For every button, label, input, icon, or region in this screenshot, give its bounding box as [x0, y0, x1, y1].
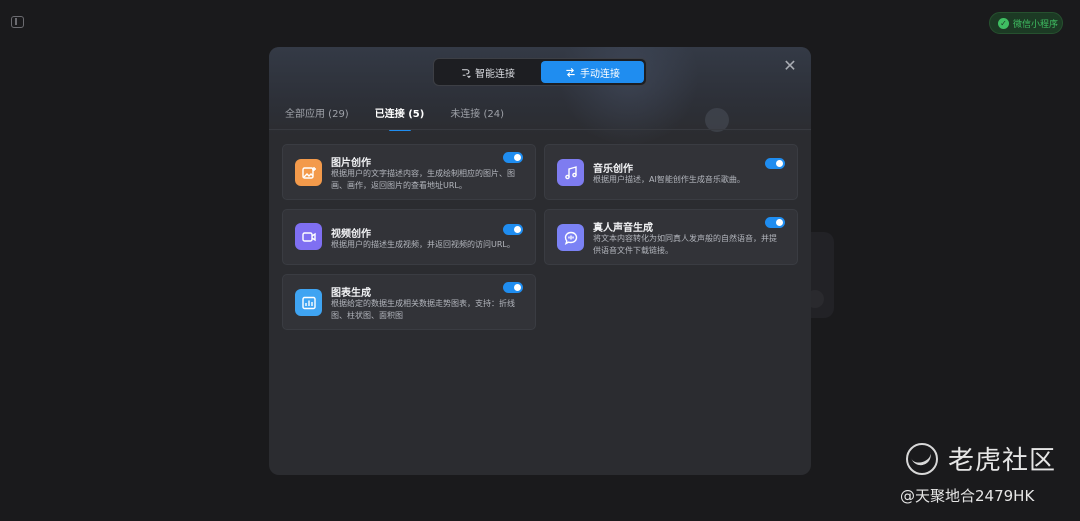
app-card-image-creation[interactable]: 图片创作 根据用户的文字描述内容，生成绘制相应的图片、图画、画作，返回图片的查看… — [282, 144, 536, 200]
watermark: 老虎社区 — [906, 440, 1056, 477]
app-description: 根据用户的描述生成视频，并返回视频的访问URL。 — [331, 240, 515, 249]
app-description: 根据用户描述，AI智能创作生成音乐歌曲。 — [593, 175, 745, 184]
enable-toggle[interactable] — [503, 282, 523, 293]
app-title: 图片创作 — [331, 158, 371, 169]
app-card-video-creation[interactable]: 视频创作 根据用户的描述生成视频，并返回视频的访问URL。 — [282, 209, 536, 265]
enable-toggle[interactable] — [765, 158, 785, 169]
enable-toggle[interactable] — [765, 217, 785, 228]
tab-all-apps[interactable]: 全部应用 (29) — [285, 105, 349, 131]
enable-toggle[interactable] — [503, 152, 523, 163]
check-circle-icon: ✓ — [998, 17, 1009, 29]
app-description: 根据用户的文字描述内容，生成绘制相应的图片、图画、画作，返回图片的查看地址URL… — [331, 169, 515, 190]
app-card-music-creation[interactable]: 音乐创作 根据用户描述，AI智能创作生成音乐歌曲。 — [544, 144, 798, 200]
enable-toggle[interactable] — [503, 224, 523, 235]
tabs-divider — [269, 129, 811, 130]
smart-connect-button[interactable]: 智能连接 — [436, 61, 539, 83]
manual-link-icon — [566, 67, 575, 77]
manual-connect-label: 手动连接 — [580, 68, 620, 80]
app-title: 真人声音生成 — [593, 223, 653, 234]
tiger-community-logo-icon — [906, 442, 938, 475]
app-card-voice-generation[interactable]: 真人声音生成 将文本内容转化为如同真人发声般的自然语音，并提供语音文件下载链接。 — [544, 209, 798, 265]
app-title: 视频创作 — [331, 229, 371, 240]
image-icon — [295, 159, 322, 186]
connection-mode-switch: 智能连接 手动连接 — [433, 58, 647, 86]
app-description: 根据给定的数据生成相关数据走势图表，支持：折线图、柱状图、面积图 — [331, 299, 515, 320]
close-icon[interactable]: ✕ — [781, 57, 799, 75]
voice-chat-icon — [557, 224, 584, 251]
smart-connect-label: 智能连接 — [475, 68, 515, 80]
music-icon — [557, 159, 584, 186]
app-title: 图表生成 — [331, 288, 371, 299]
app-description: 将文本内容转化为如同真人发声般的自然语音，并提供语音文件下载链接。 — [593, 234, 777, 255]
watermark-brand: 老虎社区 — [948, 446, 1057, 476]
chart-icon — [295, 289, 322, 316]
app-title: 音乐创作 — [593, 164, 633, 175]
app-card-chart-generation[interactable]: 图表生成 根据给定的数据生成相关数据走势图表，支持：折线图、柱状图、面积图 — [282, 274, 536, 330]
manual-connect-button[interactable]: 手动连接 — [541, 61, 644, 83]
tab-not-connected[interactable]: 未连接 (24) — [450, 105, 504, 131]
sidebar-toggle-icon[interactable] — [11, 16, 24, 28]
tab-connected[interactable]: 已连接 (5) — [375, 105, 425, 131]
video-icon — [295, 223, 322, 250]
watermark-handle: @天聚地合2479HK — [900, 487, 1035, 505]
app-connection-modal: ✕ 智能连接 手动连接 全部应用 (29) 已连接 (5) 未连接 (24) 图… — [269, 47, 811, 475]
mini-program-label: 微信小程序 — [1013, 19, 1059, 30]
app-filter-tabs: 全部应用 (29) 已连接 (5) 未连接 (24) — [285, 105, 504, 131]
smart-link-icon — [462, 68, 471, 78]
mini-program-button[interactable]: ✓ 微信小程序 — [989, 12, 1063, 34]
